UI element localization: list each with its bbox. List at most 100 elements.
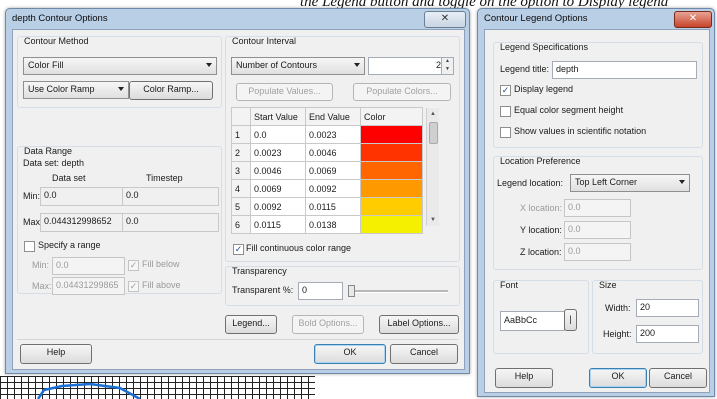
min-label: Min: <box>23 191 41 201</box>
end-value-cell[interactable]: 0.0023 <box>305 125 361 144</box>
specify-range-checkbox[interactable] <box>24 241 35 252</box>
contour-count-stepper[interactable]: ▲ ▼ <box>441 57 454 75</box>
ok-button[interactable]: OK <box>314 344 386 364</box>
start-value-cell[interactable]: 0.0115 <box>250 215 306 234</box>
cancel-button[interactable]: Cancel <box>390 344 458 364</box>
transparency-input[interactable]: 0 <box>298 282 343 300</box>
transparency-slider-thumb[interactable] <box>348 285 355 297</box>
end-value-cell[interactable]: 0.0069 <box>305 161 361 180</box>
spec-min-input[interactable]: 0.0 <box>52 257 125 275</box>
color-swatch-cell[interactable] <box>360 125 423 144</box>
legend-location-select[interactable]: Top Left Corner <box>570 174 690 192</box>
start-value-cell[interactable]: 0.0069 <box>250 179 306 198</box>
legend-ok-button[interactable]: OK <box>589 368 647 388</box>
contour-interval-select[interactable]: Number of Contours <box>231 57 365 75</box>
table-row[interactable]: 1 0.0 0.0023 <box>231 125 423 144</box>
populate-values-button[interactable]: Populate Values... <box>236 83 333 101</box>
column-header[interactable]: Start Value <box>250 107 306 126</box>
width-input[interactable]: 20 <box>636 299 699 317</box>
table-row[interactable]: 2 0.0023 0.0046 <box>231 143 423 162</box>
width-label: Width: <box>605 303 631 313</box>
chevron-down-icon <box>206 63 212 67</box>
end-value-cell[interactable]: 0.0115 <box>305 197 361 216</box>
fill-above-label: Fill above <box>142 280 181 290</box>
close-icon: ✕ <box>440 13 450 24</box>
table-row[interactable]: 4 0.0069 0.0092 <box>231 179 423 198</box>
start-value-cell[interactable]: 0.0092 <box>250 197 306 216</box>
x-location-input[interactable]: 0.0 <box>564 199 631 217</box>
table-row[interactable]: 5 0.0092 0.0115 <box>231 197 423 216</box>
z-location-input[interactable]: 0.0 <box>564 243 631 261</box>
contour-interval-label: Contour Interval <box>232 36 297 46</box>
color-swatch-cell[interactable] <box>360 197 423 216</box>
end-value-cell[interactable]: 0.0092 <box>305 179 361 198</box>
min-data-value: 0.0 <box>40 187 123 206</box>
fill-continuous-checkbox[interactable]: ✓ <box>233 244 244 255</box>
legend-title-input[interactable]: depth <box>552 61 697 79</box>
row-number: 3 <box>231 161 251 180</box>
legend-cancel-button[interactable]: Cancel <box>649 368 707 388</box>
column-header[interactable]: Color <box>360 107 423 126</box>
transparency-slider[interactable] <box>348 290 448 293</box>
contour-dialog-client: Contour Method Color Fill Use Color Ramp… <box>12 29 465 370</box>
scroll-down-icon: ▼ <box>430 217 436 223</box>
help-button[interactable]: Help <box>20 344 92 364</box>
spec-max-label: Max: <box>32 281 52 291</box>
column-header[interactable]: End Value <box>305 107 361 126</box>
end-value-cell[interactable]: 0.0046 <box>305 143 361 162</box>
height-input[interactable]: 200 <box>636 325 699 343</box>
font-picker-button[interactable]: | <box>564 309 577 331</box>
fill-continuous-label: Fill continuous color range <box>246 243 352 253</box>
data-set-name: Data set: depth <box>23 158 85 168</box>
x-location-label: X location: <box>520 203 563 213</box>
equal-segment-height-label: Equal color segment height <box>514 105 624 115</box>
font-label: Font <box>500 280 519 290</box>
contour-method-select[interactable]: Color Fill <box>23 57 217 75</box>
min-timestep-value: 0.0 <box>122 187 219 206</box>
label-options-button[interactable]: Label Options... <box>379 315 459 334</box>
color-swatch-cell[interactable] <box>360 161 423 180</box>
legend-dialog-close-button[interactable]: ✕ <box>674 11 712 28</box>
data-set-column-header: Data set <box>52 173 86 183</box>
contour-dialog-close-button[interactable]: ✕ <box>424 11 466 28</box>
legend-location-value: Top Left Corner <box>575 177 638 187</box>
start-value-cell[interactable]: 0.0 <box>250 125 306 144</box>
table-row[interactable]: 3 0.0046 0.0069 <box>231 161 423 180</box>
fill-above-checkbox[interactable]: ✓ <box>128 281 139 292</box>
row-number: 5 <box>231 197 251 216</box>
equal-segment-height-checkbox[interactable] <box>500 106 511 117</box>
scientific-notation-checkbox[interactable] <box>500 127 511 138</box>
vertical-bar-icon: | <box>569 314 572 324</box>
color-swatch-cell[interactable] <box>360 215 423 234</box>
location-preference-label: Location Preference <box>500 156 581 166</box>
populate-colors-button[interactable]: Populate Colors... <box>353 83 451 101</box>
color-ramp-mode-select[interactable]: Use Color Ramp <box>23 81 129 99</box>
contour-count-input[interactable]: 20 <box>368 57 450 75</box>
close-icon: ✕ <box>688 13 698 24</box>
contour-table-scrollbar[interactable]: ▲ ▼ <box>426 108 439 226</box>
legend-button[interactable]: Legend... <box>225 315 277 334</box>
font-sample-box[interactable]: AaBbCc <box>500 311 565 331</box>
spec-max-input[interactable]: 0.04431299865 <box>52 277 125 295</box>
start-value-cell[interactable]: 0.0046 <box>250 161 306 180</box>
bold-options-button[interactable]: Bold Options... <box>292 315 364 334</box>
y-location-label: Y location: <box>520 225 562 235</box>
location-preference-group: Location Preference Legend location: Top… <box>493 156 703 270</box>
fill-below-checkbox[interactable]: ✓ <box>128 260 139 271</box>
table-row[interactable]: 6 0.0115 0.0138 <box>231 215 423 234</box>
y-location-input[interactable]: 0.0 <box>564 221 631 239</box>
specify-range-label: Specify a range <box>38 240 101 250</box>
legend-help-button[interactable]: Help <box>495 368 553 388</box>
color-swatch-cell[interactable] <box>360 143 423 162</box>
chevron-down-icon <box>118 87 124 91</box>
scroll-up-icon: ▲ <box>430 111 436 117</box>
start-value-cell[interactable]: 0.0023 <box>250 143 306 162</box>
scroll-thumb[interactable] <box>429 122 438 144</box>
color-ramp-button[interactable]: Color Ramp... <box>129 81 213 100</box>
color-swatch-cell[interactable] <box>360 179 423 198</box>
legend-dialog-client: Legend Specifications Legend title: dept… <box>484 29 710 393</box>
table-corner <box>231 107 251 126</box>
end-value-cell[interactable]: 0.0138 <box>305 215 361 234</box>
row-number: 2 <box>231 143 251 162</box>
display-legend-checkbox[interactable]: ✓ <box>500 85 511 96</box>
